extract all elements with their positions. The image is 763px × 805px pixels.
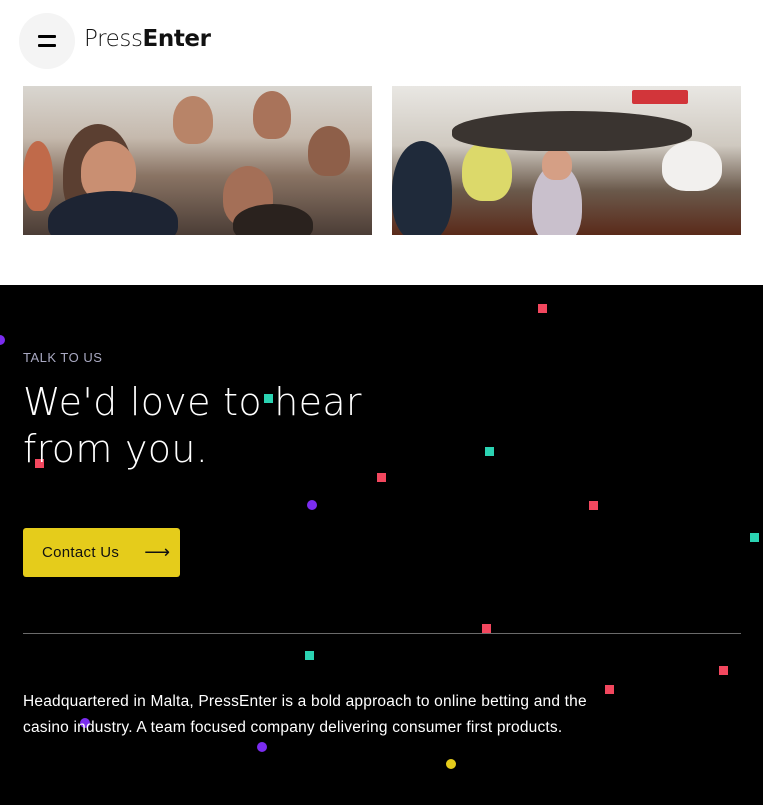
- confetti-dot: [257, 742, 267, 752]
- contact-us-button[interactable]: Contact Us ⟶: [23, 528, 180, 577]
- confetti-dot: [307, 500, 317, 510]
- confetti-square: [750, 533, 759, 542]
- menu-icon: [38, 35, 56, 47]
- logo-light-text: Press: [84, 26, 143, 52]
- arrow-right-icon: ⟶: [144, 542, 170, 563]
- confetti-square: [485, 447, 494, 456]
- confetti-square: [538, 304, 547, 313]
- team-photo-audience: [23, 86, 372, 235]
- confetti-square: [305, 651, 314, 660]
- contact-section: TALK TO US We'd love to hear from you. C…: [0, 285, 763, 805]
- confetti-dot: [0, 335, 5, 345]
- contact-headline: We'd love to hear from you.: [23, 380, 362, 471]
- logo-bold-text: Enter: [142, 26, 211, 52]
- company-description: Headquartered in Malta, PressEnter is a …: [23, 693, 587, 736]
- confetti-square: [482, 624, 491, 633]
- confetti-square: [719, 666, 728, 675]
- confetti-square: [377, 473, 386, 482]
- section-eyebrow: TALK TO US: [23, 350, 103, 365]
- section-divider: [23, 633, 741, 634]
- confetti-dot: [446, 759, 456, 769]
- logo[interactable]: PressEnter: [84, 26, 211, 52]
- site-header: PressEnter: [0, 0, 763, 86]
- menu-button[interactable]: [19, 13, 75, 69]
- contact-us-label: Contact Us: [42, 544, 120, 561]
- team-photo-room: [392, 86, 741, 235]
- confetti-square: [589, 501, 598, 510]
